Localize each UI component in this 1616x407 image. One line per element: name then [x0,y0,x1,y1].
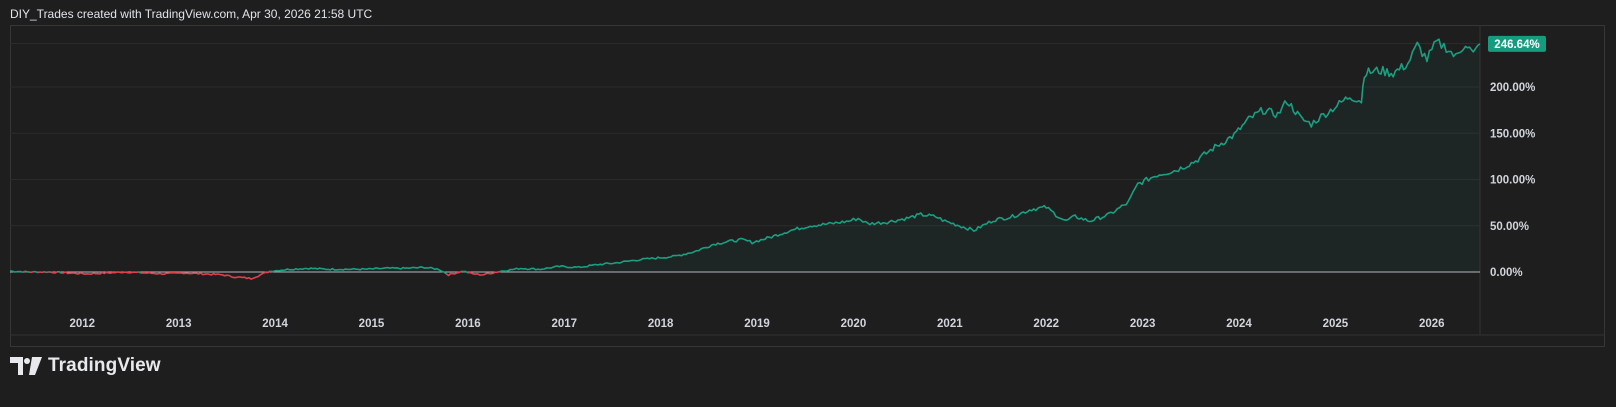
series-line-negative[interactable] [22,270,26,274]
x-tick-label: 2025 [1323,318,1349,330]
tradingview-logo-text: TradingView [48,355,161,376]
last-value-label: 246.64% [1494,39,1539,51]
x-tick-label: 2021 [937,318,963,330]
x-tick-label: 2015 [359,318,385,330]
x-tick-label: 2016 [455,318,481,330]
series-line-positive[interactable] [460,270,469,274]
x-tick-label: 2023 [1130,318,1156,330]
series-line-negative[interactable] [29,270,34,274]
series-area-fill [10,39,1480,273]
x-tick-label: 2013 [166,318,192,330]
tradingview-logo[interactable]: TradingView [10,354,161,378]
price-chart[interactable]: 0.00% 50.00% 100.00% 150.00% 200.00% 2012 2013… [10,25,1605,347]
series-line-positive[interactable] [24,270,30,273]
tradingview-logo-icon [10,357,42,375]
y-tick-label: 200.00% [1490,82,1535,94]
x-tick-label: 2017 [551,318,577,330]
x-tick-label: 2026 [1419,318,1445,330]
y-tick-label: 0.00% [1490,267,1523,279]
series-line-positive[interactable] [138,271,142,274]
x-tick-label: 2012 [69,318,95,330]
series-line-negative[interactable] [37,270,45,274]
chart-attribution: DIY_Trades created with TradingView.com,… [10,7,373,21]
x-tick-label: 2019 [744,318,770,330]
y-tick-label: 50.00% [1490,221,1529,233]
series-line-positive[interactable] [44,270,47,274]
series-line-positive[interactable] [57,271,62,274]
y-tick-label: 150.00% [1490,128,1535,140]
series-line-positive[interactable] [33,270,39,274]
chart-area[interactable]: 0.00% 50.00% 100.00% 150.00% 200.00% 2012 2013… [10,25,1605,347]
x-tick-label: 2014 [262,318,288,330]
x-tick-label: 2018 [648,318,674,330]
series-line-negative[interactable] [46,271,49,274]
y-tick-label: 100.00% [1490,175,1535,187]
x-tick-label: 2022 [1033,318,1059,330]
x-tick-label: 2024 [1226,318,1252,330]
x-tick-label: 2020 [841,318,867,330]
